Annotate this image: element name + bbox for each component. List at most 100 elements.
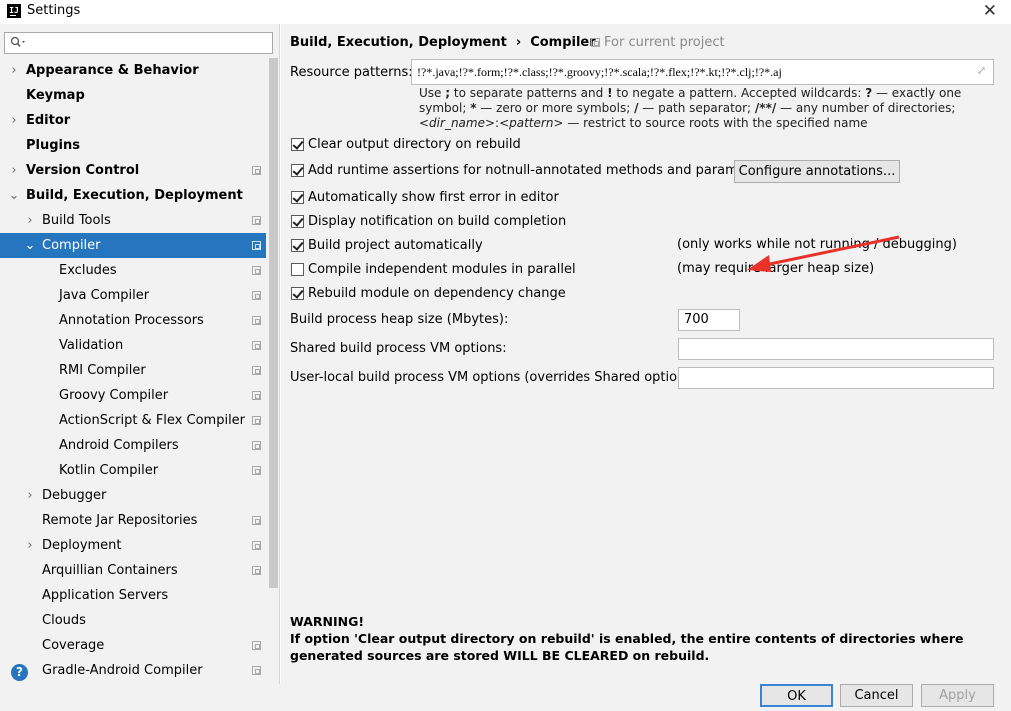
expand-icon[interactable]: ⤢ — [977, 65, 989, 77]
project-scope-icon — [252, 516, 261, 525]
tree-item-label: Android Compilers — [59, 438, 179, 453]
resource-patterns-label: Resource patterns: — [290, 65, 413, 80]
tree-item-label: Deployment — [42, 538, 122, 553]
tree-item-coverage[interactable]: Coverage — [0, 633, 266, 658]
tree-item-excludes[interactable]: Excludes — [0, 258, 266, 283]
resource-patterns-input[interactable]: !?*.java;!?*.form;!?*.class;!?*.groovy;!… — [411, 59, 994, 85]
tree-item-label: Kotlin Compiler — [59, 463, 159, 478]
tree-item-arquillian-containers[interactable]: Arquillian Containers — [0, 558, 266, 583]
checkbox[interactable] — [291, 191, 304, 204]
tree-item-android-compilers[interactable]: Android Compilers — [0, 433, 266, 458]
tree-item-label: Gradle-Android Compiler — [42, 663, 203, 678]
dialog-footer: OK Cancel Apply — [0, 684, 1011, 711]
shared-vm-options-label: Shared build process VM options: — [290, 341, 507, 356]
search-icon — [10, 36, 25, 47]
tree-item-build-execution-deployment[interactable]: ⌄ Build, Execution, Deployment — [0, 183, 266, 208]
search-input[interactable] — [4, 32, 273, 54]
option-label: Build project automatically — [308, 238, 483, 253]
chevron-down-icon[interactable]: ⌄ — [24, 233, 36, 258]
checkbox[interactable] — [291, 215, 304, 228]
checkbox[interactable] — [291, 138, 304, 151]
tree-item-plugins[interactable]: Plugins — [0, 133, 266, 158]
tree-item-compiler[interactable]: ⌄ Compiler — [0, 233, 266, 258]
chevron-down-icon[interactable]: ⌄ — [8, 183, 20, 208]
tree-item-validation[interactable]: Validation — [0, 333, 266, 358]
ok-button[interactable]: OK — [760, 684, 833, 707]
close-icon[interactable]: ✕ — [983, 1, 997, 21]
tree-item-kotlin-compiler[interactable]: Kotlin Compiler — [0, 458, 266, 483]
breadcrumb-separator: › — [515, 35, 522, 50]
shared-vm-options-input[interactable] — [678, 338, 994, 360]
tree-item-rmi-compiler[interactable]: RMI Compiler — [0, 358, 266, 383]
tree-item-label: Build Tools — [42, 213, 111, 228]
tree-item-version-control[interactable]: › Version Control — [0, 158, 266, 183]
window-title: Settings — [27, 3, 81, 18]
tree-item-gradle-android-compiler[interactable]: Gradle-Android Compiler — [0, 658, 266, 683]
option-label: Compile independent modules in parallel — [308, 262, 576, 277]
tree-item-clouds[interactable]: Clouds — [0, 608, 266, 633]
project-scope-icon — [252, 391, 261, 400]
tree-item-keymap[interactable]: Keymap — [0, 83, 266, 108]
settings-tree: › Appearance & Behavior Keymap › Editor Plugi… — [0, 58, 268, 684]
resource-patterns-hint: Use ; to separate patterns and ! to nega… — [419, 86, 962, 130]
apply-button[interactable]: Apply — [921, 684, 994, 707]
app-icon-text: IJ — [9, 6, 19, 15]
checkbox[interactable] — [291, 239, 304, 252]
chevron-right-icon[interactable]: › — [24, 483, 36, 508]
sidebar-scrollbar[interactable] — [269, 58, 278, 588]
tree-item-remote-jar-repositories[interactable]: Remote Jar Repositories — [0, 508, 266, 533]
tree-item-label: RMI Compiler — [59, 363, 146, 378]
tree-item-build-tools[interactable]: › Build Tools — [0, 208, 266, 233]
user-vm-options-input[interactable] — [678, 367, 994, 389]
chevron-right-icon[interactable]: › — [24, 208, 36, 233]
option-label: Add runtime assertions for notnull-annot… — [308, 163, 772, 178]
project-scope-icon — [252, 566, 261, 575]
tree-item-editor[interactable]: › Editor — [0, 108, 266, 133]
help-icon[interactable]: ? — [11, 664, 28, 681]
tree-item-label: Debugger — [42, 488, 107, 503]
project-scope-icon — [252, 241, 261, 250]
tree-item-label: Editor — [26, 113, 71, 128]
tree-item-appearance-behavior[interactable]: › Appearance & Behavior — [0, 58, 266, 83]
tree-item-label: Version Control — [26, 163, 140, 178]
tree-item-groovy-compiler[interactable]: Groovy Compiler — [0, 383, 266, 408]
checkbox[interactable] — [291, 287, 304, 300]
option-label: Automatically show first error in editor — [308, 190, 559, 205]
tree-item-label: Build, Execution, Deployment — [26, 188, 243, 203]
user-vm-options-label: User-local build process VM options (ove… — [290, 370, 702, 385]
chevron-right-icon[interactable]: › — [24, 533, 36, 558]
for-project-label: For current project — [604, 35, 725, 50]
tree-item-java-compiler[interactable]: Java Compiler — [0, 283, 266, 308]
chevron-right-icon[interactable]: › — [8, 108, 20, 133]
project-scope-icon — [252, 316, 261, 325]
option-label: Clear output directory on rebuild — [308, 137, 521, 152]
heap-size-input[interactable]: 700 — [678, 309, 740, 331]
cancel-button[interactable]: Cancel — [840, 684, 913, 707]
tree-item-actionscript-flex-compiler[interactable]: ActionScript & Flex Compiler — [0, 408, 266, 433]
breadcrumb-current: Compiler — [530, 35, 596, 50]
breadcrumb-parent[interactable]: Build, Execution, Deployment — [290, 35, 507, 50]
option-label: Display notification on build completion — [308, 214, 567, 229]
project-scope-icon — [252, 641, 261, 650]
configure-annotations-button[interactable]: Configure annotations... — [734, 160, 900, 183]
tree-item-label: Remote Jar Repositories — [42, 513, 198, 528]
tree-item-label: Clouds — [42, 613, 86, 628]
tree-item-debugger[interactable]: › Debugger — [0, 483, 266, 508]
checkbox[interactable] — [291, 164, 304, 177]
option-label: Rebuild module on dependency change — [308, 286, 566, 301]
intellij-logo-icon: IJ — [7, 4, 21, 18]
red-arrow-annotation — [747, 235, 900, 272]
checkbox[interactable] — [291, 263, 304, 276]
tree-item-application-servers[interactable]: Application Servers — [0, 583, 266, 608]
chevron-right-icon[interactable]: › — [8, 58, 20, 83]
chevron-right-icon[interactable]: › — [8, 158, 20, 183]
heap-size-label: Build process heap size (Mbytes): — [290, 312, 509, 327]
project-scope-icon — [252, 466, 261, 475]
tree-item-label: Java Compiler — [59, 288, 150, 303]
breadcrumb: Build, Execution, Deployment › Compiler — [290, 35, 596, 50]
tree-item-deployment[interactable]: › Deployment — [0, 533, 266, 558]
tree-item-label: Coverage — [42, 638, 105, 653]
tree-item-annotation-processors[interactable]: Annotation Processors — [0, 308, 266, 333]
for-current-project: For current project — [591, 35, 725, 50]
tree-item-label: Compiler — [42, 238, 101, 253]
